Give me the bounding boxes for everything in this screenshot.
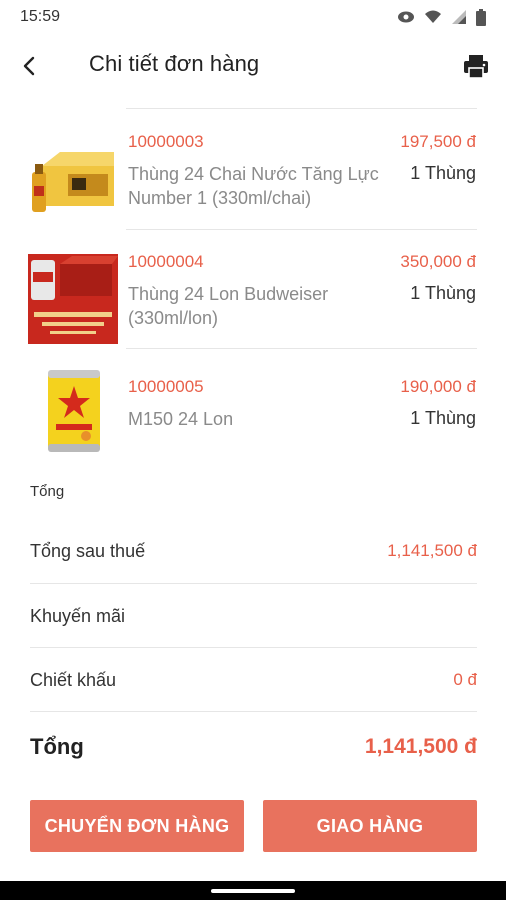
- product-image-budweiser: [28, 254, 118, 344]
- item-code: 10000003: [128, 132, 204, 151]
- item-code: 10000005: [128, 377, 204, 396]
- divider: [30, 711, 477, 712]
- divider: [30, 583, 477, 584]
- item-name: Thùng 24 Lon Budweiser (330ml/lon): [128, 284, 329, 328]
- item-code: 10000004: [128, 252, 204, 271]
- item-quantity: 1 Thùng: [410, 408, 476, 428]
- back-arrow-icon[interactable]: [18, 54, 42, 78]
- promotion-label: Khuyến mãi: [30, 605, 126, 626]
- discount-row: Chiết khấu 0 đ: [30, 668, 477, 692]
- eye-icon: [398, 11, 414, 23]
- print-icon[interactable]: [462, 52, 490, 80]
- item-price: 190,000 đ: [400, 377, 476, 396]
- total-value: 1,141,500 đ: [364, 735, 477, 758]
- promotion-row[interactable]: Khuyến mãi: [30, 604, 477, 628]
- after-tax-row: Tổng sau thuế 1,141,500 đ: [30, 539, 477, 563]
- item-price: 197,500 đ: [400, 132, 476, 151]
- divider: [126, 108, 477, 109]
- product-image-number1: [32, 152, 114, 212]
- transfer-order-button[interactable]: CHUYỂN ĐƠN HÀNG: [30, 800, 244, 852]
- order-item[interactable]: 10000003 197,500 đ Thùng 24 Chai Nước Tă…: [0, 110, 506, 229]
- item-quantity: 1 Thùng: [410, 283, 476, 303]
- item-name: Thùng 24 Chai Nước Tăng Lực Number 1 (33…: [128, 164, 379, 208]
- divider: [30, 647, 477, 648]
- discount-label: Chiết khấu: [30, 669, 117, 690]
- deliver-button[interactable]: GIAO HÀNG: [263, 800, 477, 852]
- order-item[interactable]: 10000005 190,000 đ M150 24 Lon 1 Thùng: [0, 350, 506, 452]
- battery-icon: [476, 8, 486, 26]
- product-image-m150: [48, 370, 100, 452]
- app-bar: Chi tiết đơn hàng: [0, 34, 506, 98]
- item-price: 350,000 đ: [400, 252, 476, 271]
- status-time: 15:59: [20, 8, 61, 25]
- status-bar: 15:59: [0, 0, 506, 34]
- total-row: Tổng 1,141,500 đ: [30, 732, 477, 762]
- after-tax-value: 1,141,500 đ: [387, 541, 477, 560]
- order-item[interactable]: 10000004 350,000 đ Thùng 24 Lon Budweise…: [0, 230, 506, 349]
- status-icons: [397, 8, 486, 26]
- item-name: M150 24 Lon: [128, 409, 234, 429]
- signal-icon: [452, 10, 466, 24]
- page-title: Chi tiết đơn hàng: [89, 51, 260, 76]
- item-quantity: 1 Thùng: [410, 163, 476, 183]
- wifi-icon: [425, 10, 441, 23]
- system-nav-bar: [0, 881, 506, 900]
- home-handle[interactable]: [211, 889, 295, 893]
- total-label: Tổng: [30, 734, 84, 759]
- discount-value: 0 đ: [453, 670, 477, 689]
- divider: [126, 348, 477, 349]
- after-tax-label: Tổng sau thuế: [30, 540, 146, 561]
- summary-section-title: Tổng: [30, 483, 65, 500]
